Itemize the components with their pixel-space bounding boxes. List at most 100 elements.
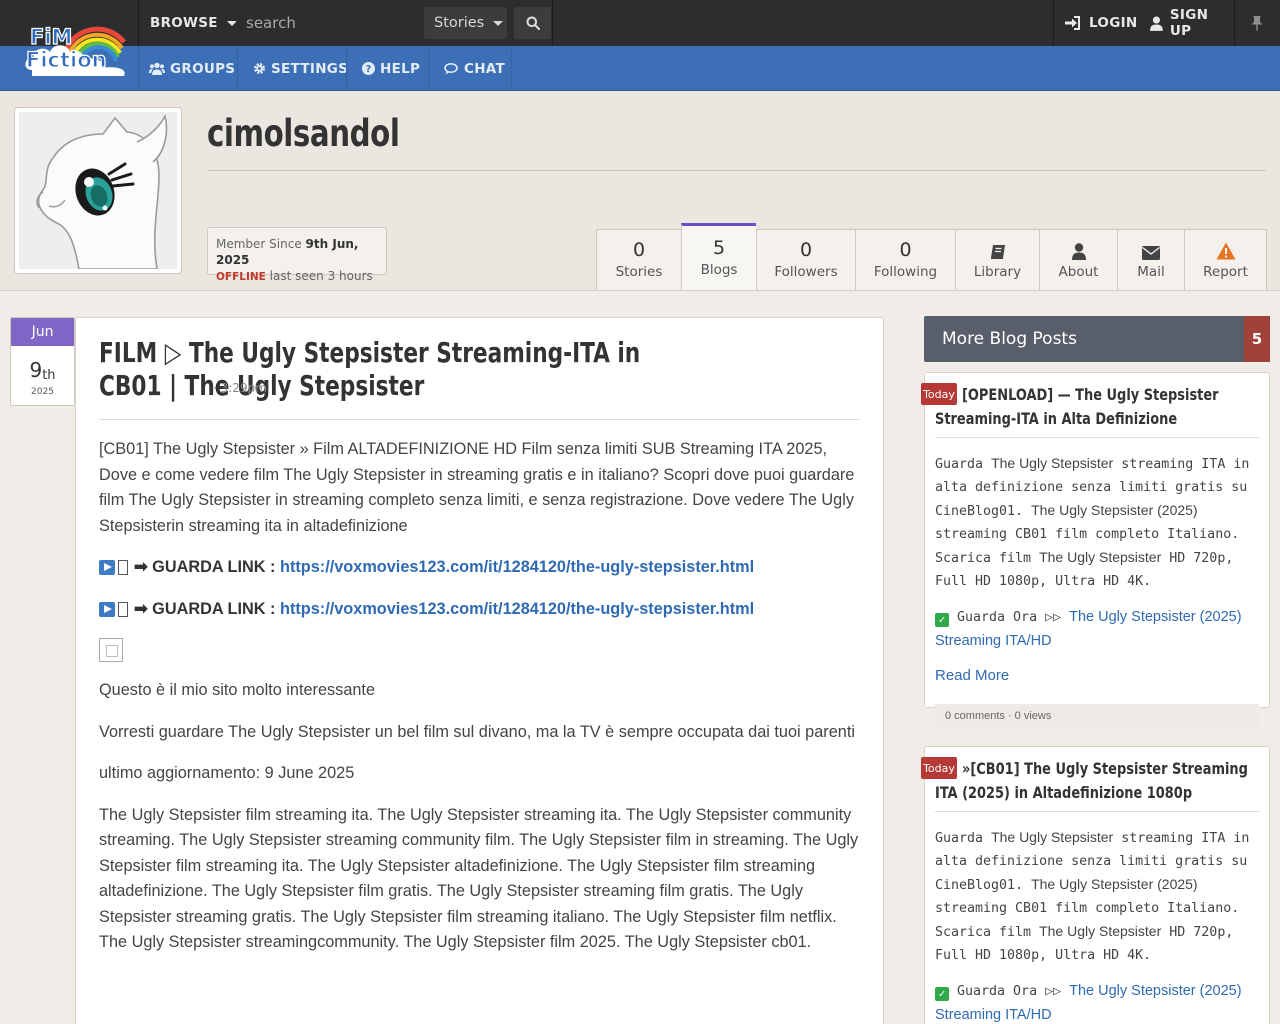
sign-in-icon bbox=[1065, 16, 1080, 30]
tab-blogs-label: Blogs bbox=[700, 262, 738, 278]
tab-library-label: Library bbox=[973, 264, 1022, 280]
guarda-link-label: ➡ GUARDA LINK : bbox=[134, 599, 276, 618]
excerpt-text: Guarda bbox=[935, 457, 984, 472]
watch-row: ✓ Guarda Ora ▷▷ The Ugly Stepsister (202… bbox=[935, 980, 1259, 1024]
blog-card-title[interactable]: [OPENLOAD] — The Ugly Stepsister Streami… bbox=[935, 383, 1259, 438]
nav-groups-label: GROUPS bbox=[170, 60, 236, 77]
tab-library[interactable]: Library bbox=[955, 229, 1039, 291]
post-date-year: 2025 bbox=[31, 387, 54, 397]
check-icon: ✓ bbox=[935, 987, 949, 1001]
tab-following[interactable]: 0 Following bbox=[855, 229, 955, 291]
guarda-link-row: ➡ GUARDA LINK : https://voxmovies123.com… bbox=[99, 555, 861, 581]
avatar[interactable] bbox=[14, 107, 182, 274]
guarda-link[interactable]: https://voxmovies123.com/it/1284120/the-… bbox=[280, 597, 754, 623]
signup-button[interactable]: SIGN UP bbox=[1140, 0, 1234, 46]
divider bbox=[237, 46, 238, 91]
film-icon bbox=[118, 560, 128, 576]
excerpt-text: The Ugly Stepsister bbox=[991, 829, 1114, 845]
pin-icon bbox=[1251, 16, 1263, 31]
pin-button[interactable] bbox=[1234, 0, 1280, 46]
tab-stories-count: 0 bbox=[632, 239, 646, 261]
tab-following-count: 0 bbox=[899, 239, 912, 261]
tab-stories-label: Stories bbox=[615, 264, 663, 280]
browse-label: BROWSE bbox=[150, 15, 218, 31]
search-scope-label: Stories bbox=[434, 15, 485, 31]
blog-card-excerpt: Guarda The Ugly Stepsister streaming ITA… bbox=[935, 452, 1259, 653]
book-icon bbox=[990, 245, 1005, 259]
post-date-day: 9 bbox=[29, 358, 43, 382]
tab-following-label: Following bbox=[873, 264, 938, 280]
login-button[interactable]: LOGIN bbox=[1054, 0, 1140, 46]
nav-help[interactable]: ? HELP bbox=[362, 46, 420, 91]
watch-prefix: Guarda Ora ▷▷ bbox=[957, 610, 1062, 625]
search-scope-select[interactable]: Stories bbox=[424, 7, 507, 39]
tab-followers-count: 0 bbox=[799, 239, 813, 261]
tab-blogs[interactable]: 5 Blogs bbox=[681, 223, 756, 291]
film-icon bbox=[118, 601, 128, 617]
nav-help-label: HELP bbox=[380, 60, 421, 77]
site-logo[interactable]: FiM Fiction bbox=[24, 12, 130, 80]
nav-settings-label: SETTINGS bbox=[271, 60, 349, 77]
caret-down-icon bbox=[493, 20, 504, 26]
member-info: Member Since 9th Jun, 2025 OFFLINE last … bbox=[207, 227, 387, 300]
browse-menu[interactable]: BROWSE bbox=[138, 0, 237, 46]
tab-about-label: About bbox=[1058, 264, 1099, 280]
read-more-link[interactable]: Read More bbox=[935, 667, 1259, 684]
nav-chat[interactable]: CHAT bbox=[444, 46, 505, 91]
tab-followers[interactable]: 0 Followers bbox=[756, 229, 855, 291]
guarda-link[interactable]: https://voxmovies123.com/it/1284120/the-… bbox=[280, 555, 754, 581]
site-logo-image: FiM Fiction bbox=[25, 24, 126, 76]
watch-row: ✓ Guarda Ora ▷▷ The Ugly Stepsister (202… bbox=[935, 606, 1259, 653]
logo-text-top: FiM bbox=[30, 25, 72, 49]
top-bar: BROWSE Stories LOGIN SIGN UP bbox=[0, 0, 1280, 46]
search-icon bbox=[526, 16, 540, 30]
watch-prefix: Guarda Ora ▷▷ bbox=[957, 984, 1062, 999]
tab-report-label: Report bbox=[1203, 264, 1248, 280]
default-pony-avatar-icon bbox=[19, 112, 177, 270]
excerpt-text: Guarda bbox=[935, 831, 984, 846]
logo-text-bottom: Fiction bbox=[26, 48, 107, 72]
excerpt-text: The Ugly Stepsister (2025) bbox=[1031, 876, 1198, 892]
blog-card: Today [OPENLOAD] — The Ugly Stepsister S… bbox=[921, 372, 1270, 729]
nav-settings[interactable]: SETTINGS bbox=[253, 46, 348, 91]
post-paragraph: Vorresti guardare The Ugly Stepsister un… bbox=[99, 722, 855, 741]
svg-text:?: ? bbox=[365, 64, 371, 75]
post-title[interactable]: FILM ▷ The Ugly Stepsister Streaming-ITA… bbox=[99, 336, 701, 402]
tab-mail-label: Mail bbox=[1137, 264, 1165, 280]
divider bbox=[511, 46, 512, 91]
broken-image-icon bbox=[99, 638, 123, 662]
nav-groups[interactable]: GROUPS bbox=[149, 46, 235, 91]
sidebar-title: More Blog Posts bbox=[942, 329, 1077, 349]
post-date-suffix: th bbox=[42, 368, 56, 383]
post-paragraph: Questo è il mio sito molto interessante bbox=[99, 681, 376, 699]
divider bbox=[99, 419, 859, 420]
sidebar-count-badge: 5 bbox=[1244, 316, 1270, 362]
login-label: LOGIN bbox=[1089, 15, 1138, 31]
tab-blogs-count: 5 bbox=[712, 237, 726, 259]
post-paragraph: ultimo aggiornamento: 9 June 2025 bbox=[99, 764, 355, 782]
blog-card-stats: 0 comments · 0 views bbox=[935, 704, 1259, 729]
excerpt-text: The Ugly Stepsister bbox=[1039, 549, 1162, 565]
blog-card-title[interactable]: »[CB01] The Ugly Stepsister Streaming IT… bbox=[935, 757, 1259, 812]
tab-mail[interactable]: Mail bbox=[1117, 229, 1184, 291]
search-input[interactable] bbox=[236, 0, 422, 46]
excerpt-text: The Ugly Stepsister bbox=[991, 455, 1114, 471]
secondary-nav: GROUPS SETTINGS ? HELP CHAT bbox=[0, 46, 1280, 91]
excerpt-text: CineBlog01. bbox=[935, 504, 1024, 519]
divider bbox=[346, 46, 347, 91]
divider bbox=[138, 46, 139, 91]
profile-username: cimolsandol bbox=[207, 112, 400, 155]
guarda-link-label: ➡ GUARDA LINK : bbox=[134, 558, 276, 576]
chat-icon bbox=[444, 62, 458, 74]
users-icon bbox=[149, 62, 165, 75]
tab-stories[interactable]: 0 Stories bbox=[596, 229, 681, 291]
tab-report[interactable]: Report bbox=[1184, 229, 1267, 291]
warning-icon bbox=[1216, 242, 1235, 260]
excerpt-text: The Ugly Stepsister bbox=[1039, 923, 1162, 939]
blog-post: FILM ▷ The Ugly Stepsister Streaming-ITA… bbox=[75, 317, 884, 1024]
tab-about[interactable]: About bbox=[1039, 229, 1117, 291]
post-date-month: Jun bbox=[11, 318, 74, 346]
search-button[interactable] bbox=[514, 7, 551, 39]
member-since-label: Member Since bbox=[216, 237, 302, 251]
divider bbox=[428, 46, 429, 91]
